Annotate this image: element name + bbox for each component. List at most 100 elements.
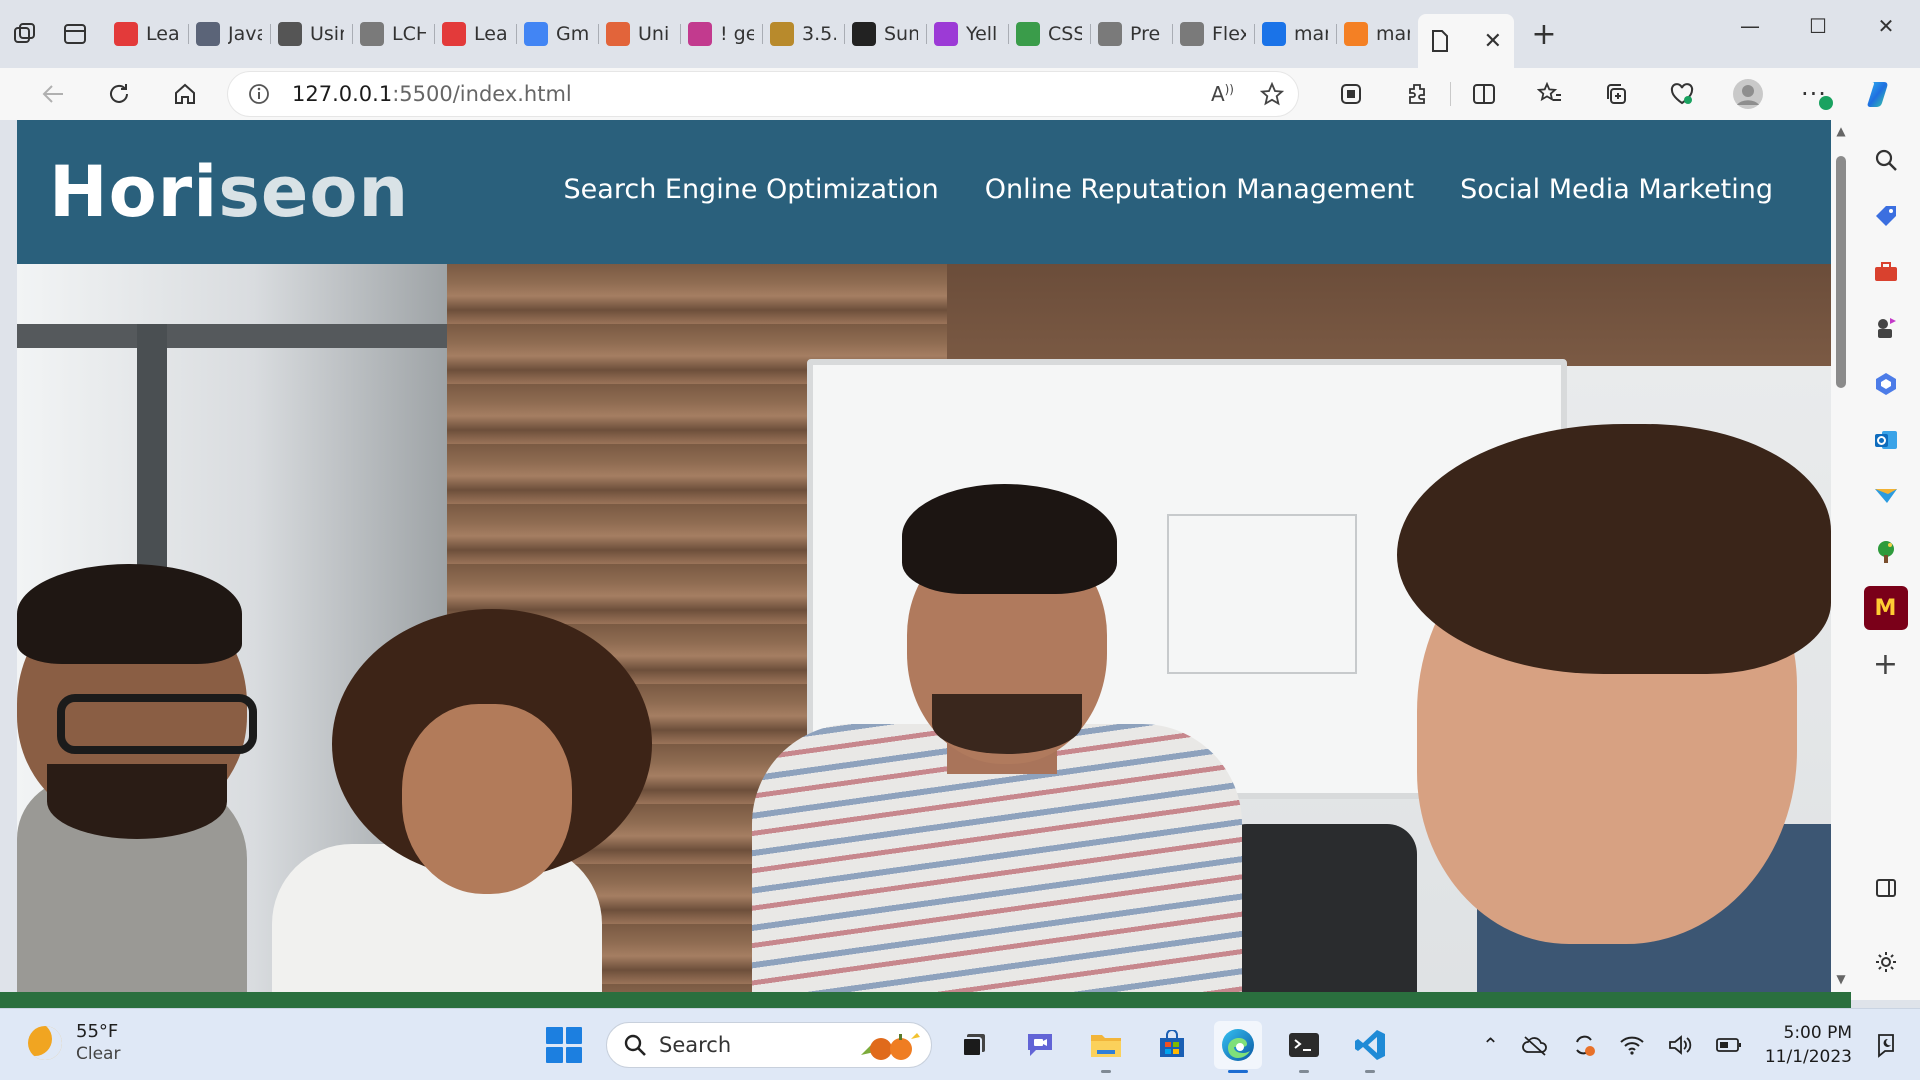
start-button[interactable] (540, 1021, 588, 1069)
chevron-up-icon[interactable]: ⌃ (1482, 1033, 1499, 1057)
tab-title: mar (1376, 23, 1410, 45)
window-controls: — ☐ ✕ (1716, 0, 1920, 52)
close-icon[interactable]: ✕ (1852, 0, 1920, 52)
vertical-tabs-icon[interactable] (50, 9, 100, 59)
file-explorer-icon[interactable] (1082, 1021, 1130, 1073)
windows-taskbar: 55°F Clear Search ⌃ 5:00 PM 11/1/2023 (0, 1008, 1920, 1080)
page-scrollbar[interactable]: ▲ ▼ (1831, 120, 1851, 992)
back-icon[interactable] (20, 72, 86, 116)
info-icon[interactable] (248, 83, 270, 105)
sidebar-add-icon[interactable]: + (1864, 642, 1908, 686)
tab-title: 3.5. (802, 23, 836, 45)
profile-avatar[interactable] (1715, 72, 1781, 116)
url-text[interactable]: 127.0.0.1:5500/index.html (292, 82, 572, 106)
copilot-icon[interactable] (1847, 72, 1913, 116)
terminal-icon[interactable] (1280, 1021, 1328, 1073)
weather-temperature: 55°F (76, 1021, 119, 1042)
weather-condition: Clear (76, 1044, 121, 1064)
nav-link-social-media[interactable]: Social Media Marketing (1460, 174, 1773, 205)
volume-icon[interactable] (1667, 1034, 1693, 1056)
teams-chat-icon[interactable] (1016, 1021, 1064, 1069)
browser-tab[interactable]: Yell (926, 14, 1008, 54)
browser-tab[interactable]: Lea (106, 14, 188, 54)
nav-link-seo[interactable]: Search Engine Optimization (564, 174, 939, 205)
sidebar-umn-logo-icon[interactable]: M (1863, 586, 1908, 630)
browser-tab[interactable]: 3.5. (762, 14, 844, 54)
browser-tab[interactable]: Gm (516, 14, 598, 54)
browser-essentials-icon[interactable] (1649, 72, 1715, 116)
browser-tab[interactable]: Java (188, 14, 270, 54)
home-icon[interactable] (152, 72, 218, 116)
browser-tab[interactable]: mar (1336, 14, 1418, 54)
browser-tab[interactable]: Lea (434, 14, 516, 54)
sidebar-tree-icon[interactable] (1864, 530, 1908, 574)
collections-icon[interactable] (1583, 72, 1649, 116)
site-nav: Search Engine Optimization Online Reputa… (564, 174, 1773, 205)
maximize-icon[interactable]: ☐ (1784, 0, 1852, 52)
weather-widget[interactable]: 55°F Clear (28, 1021, 120, 1065)
nav-link-reputation[interactable]: Online Reputation Management (985, 174, 1414, 205)
tab-close-icon[interactable]: ✕ (1484, 29, 1502, 54)
tab-active[interactable]: ✕ (1418, 14, 1514, 68)
minimize-icon[interactable]: — (1716, 0, 1784, 52)
sidebar-microsoft365-icon[interactable] (1864, 362, 1908, 406)
running-indicator (1101, 1070, 1111, 1073)
x-box-icon (196, 22, 220, 46)
page-viewport: Horiseon Search Engine Optimization Onli… (17, 120, 1831, 992)
color-wheel-icon (934, 22, 958, 46)
taskbar-apps: Search (540, 1019, 1394, 1073)
workspaces-icon[interactable] (0, 9, 50, 59)
browser-tab[interactable]: Flex (1172, 14, 1254, 54)
notifications-moon-icon[interactable] (1874, 1032, 1900, 1058)
sync-update-icon[interactable] (1571, 1032, 1597, 1058)
sidebar-games-icon[interactable] (1864, 306, 1908, 350)
sidebar-shopping-tag-icon[interactable] (1864, 194, 1908, 238)
browser-tab[interactable]: CSS (1008, 14, 1090, 54)
wifi-icon[interactable] (1619, 1034, 1645, 1056)
edge-sidebar: M + (1851, 120, 1920, 1000)
taskbar-search[interactable]: Search (606, 1022, 932, 1068)
gitlab-icon (606, 22, 630, 46)
scroll-up-arrow-icon[interactable]: ▲ (1834, 124, 1848, 138)
battery-icon[interactable] (1715, 1036, 1743, 1054)
browser-tab[interactable]: Uni (598, 14, 680, 54)
sidebar-outlook-icon[interactable] (1864, 418, 1908, 462)
task-view-icon[interactable] (950, 1021, 998, 1069)
sidebar-tools-icon[interactable] (1864, 250, 1908, 294)
favorites-icon[interactable] (1517, 72, 1583, 116)
edge-browser-icon[interactable] (1214, 1021, 1262, 1073)
microsoft-store-icon[interactable] (1148, 1021, 1196, 1069)
extensions-icon[interactable] (1384, 72, 1450, 116)
tab-title: Lea (146, 23, 180, 45)
sidebar-hide-panel-icon[interactable] (1864, 866, 1908, 910)
browser-tab[interactable]: mar (1254, 14, 1336, 54)
sidebar-search-icon[interactable] (1864, 138, 1908, 182)
sidebar-settings-gear-icon[interactable] (1864, 940, 1908, 984)
browser-tab[interactable]: LCH (352, 14, 434, 54)
read-aloud-icon[interactable]: A)) (1211, 82, 1234, 106)
browser-tab[interactable]: ! ge (680, 14, 762, 54)
scrollbar-thumb[interactable] (1836, 156, 1846, 388)
vscode-icon[interactable] (1346, 1021, 1394, 1073)
favorite-star-icon[interactable] (1260, 82, 1284, 106)
settings-more-icon[interactable]: ··· (1781, 72, 1847, 116)
new-tab-button[interactable]: + (1522, 12, 1566, 56)
taskbar-clock[interactable]: 5:00 PM 11/1/2023 (1765, 1021, 1852, 1069)
address-bar[interactable]: 127.0.0.1:5500/index.html A)) (228, 72, 1298, 116)
google-icon (524, 22, 548, 46)
site-logo[interactable]: Horiseon (49, 151, 409, 233)
collections-extension-icon[interactable] (1318, 72, 1384, 116)
browser-toolbar: 127.0.0.1:5500/index.html A)) ··· (0, 68, 1920, 120)
scroll-down-arrow-icon[interactable]: ▼ (1834, 972, 1848, 986)
browser-tab[interactable]: Usir (270, 14, 352, 54)
tab-title: Gm (556, 23, 590, 45)
onedrive-offline-icon[interactable] (1521, 1034, 1549, 1056)
split-screen-icon[interactable] (1451, 72, 1517, 116)
tab-title: CSS (1048, 23, 1082, 45)
browser-tab[interactable]: Sun (844, 14, 926, 54)
tab-title: Usir (310, 23, 344, 45)
refresh-icon[interactable] (86, 72, 152, 116)
browser-tab[interactable]: Pre (1090, 14, 1172, 54)
sidebar-send-icon[interactable] (1864, 474, 1908, 518)
tab-title: Lea (474, 23, 508, 45)
